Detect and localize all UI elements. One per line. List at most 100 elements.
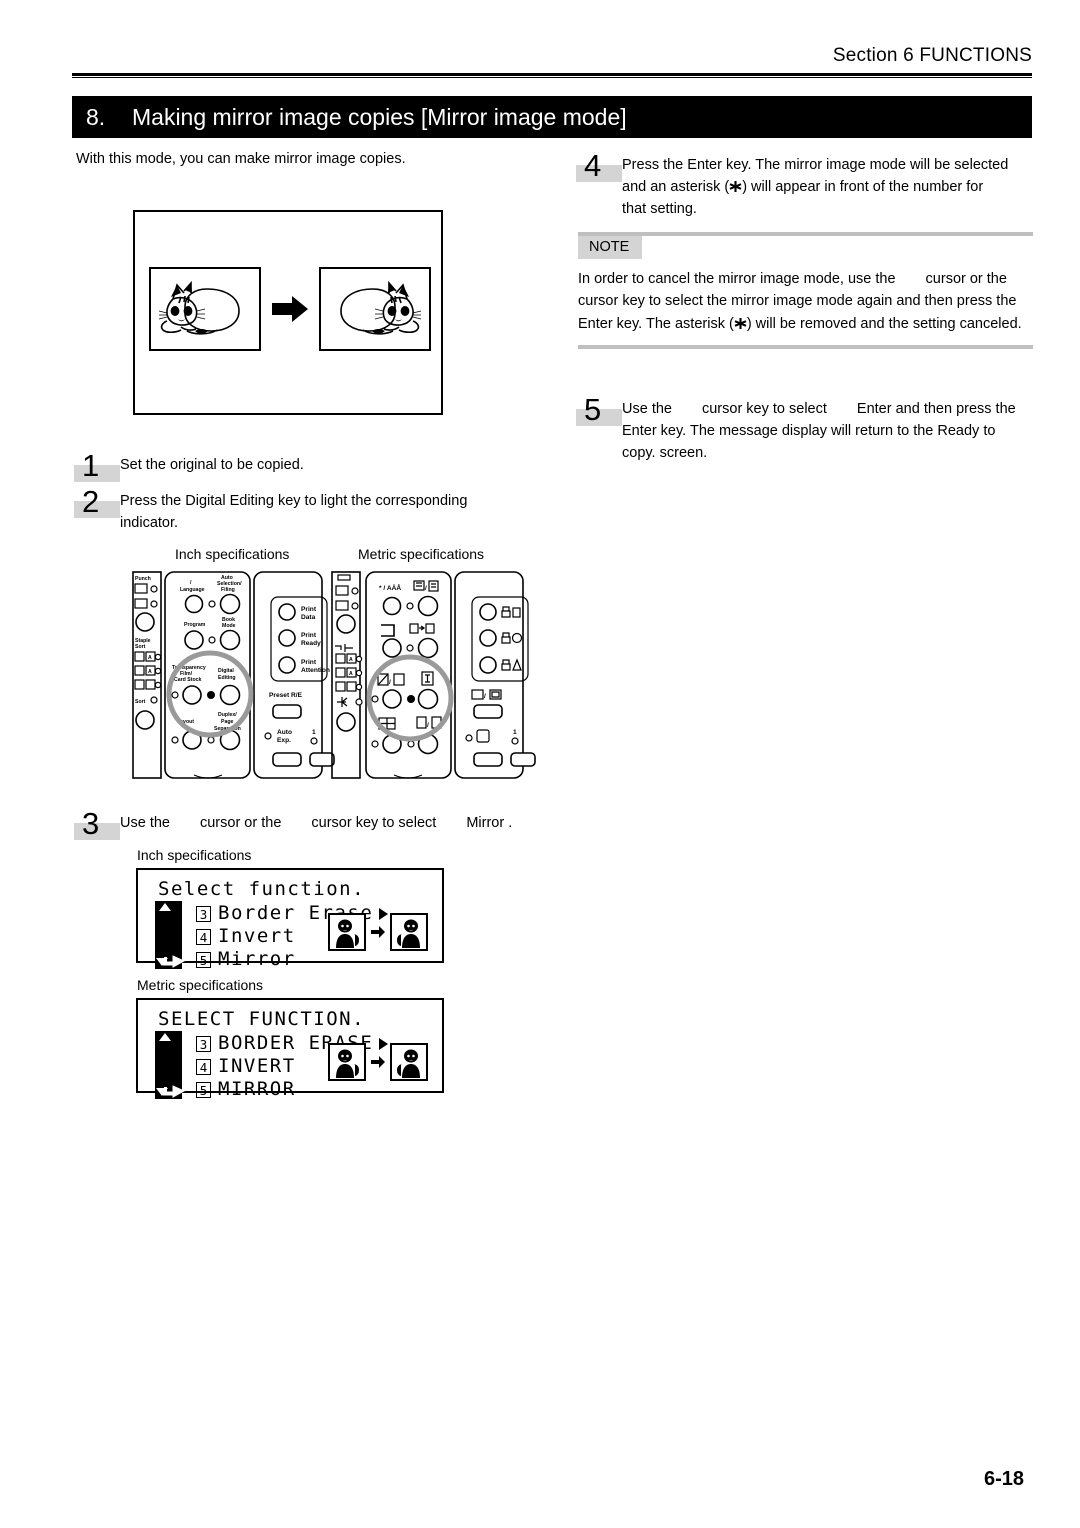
step-4: 4 Press the Enter key. The mirror image … [570,150,1040,220]
preview-arrow-icon [371,1056,385,1068]
svg-text:Print: Print [301,632,317,639]
preview-mirrored-icon [390,1043,428,1081]
lcd-inch-specifications: Select function. 3 Border Erase 4 Invert 5… [136,868,444,970]
svg-text:Preset R/E: Preset R/E [269,692,303,699]
step-5-part-1: Use the [622,401,672,417]
step-5-part-2: cursor key to select [701,401,827,417]
svg-text:Mode: Mode [222,623,236,629]
caption-metric-lcd: Metric specifications [137,977,264,993]
lcd-inch-row-2[interactable]: 5 Mirror [196,948,388,971]
asterisk-icon [729,181,742,193]
lcd-metric-title: SELECT FUNCTION. [158,1008,366,1030]
mirror-example-figure [133,210,443,415]
svg-text:Punch: Punch [135,576,151,582]
step-5: 5 Use the cursor key to select Enter and t… [570,394,1040,464]
svg-text:* / AÄÅ: * / AÄÅ [379,583,401,592]
page-number: 6-18 [983,1468,1024,1490]
step-2-number: 2 [68,486,120,522]
step-1-text: Set the original to be copied. [120,457,304,473]
menu-label: MIRROR [218,1078,296,1100]
preview-mirrored-icon [390,913,428,951]
lcd-metric-preview-icons [328,1043,428,1081]
svg-text:Ready: Ready [301,640,321,647]
transform-arrow-icon [272,296,308,322]
section-title-bar: 8. Making mirror image copies [Mirror im… [72,96,1032,138]
step-4-line-1: Press the Enter key. The mirror image mo… [622,157,1009,173]
svg-text:Duplex/: Duplex/ [218,712,237,718]
step-4-number: 4 [570,150,622,186]
step-3-number: 3 [68,808,120,844]
lcd-metric-row-2[interactable]: 5 MIRROR [196,1078,388,1101]
caption-inch-lcd: Inch specifications [137,847,252,863]
intro-paragraph: With this mode, you can make mirror imag… [76,151,406,167]
step-5-line-3: copy. screen. [622,445,708,462]
svg-text:Auto: Auto [277,729,292,736]
preview-original-icon [328,913,366,951]
original-image-panel [149,267,261,351]
svg-text:/: / [427,722,429,729]
note-line-3a: Enter key. The asterisk ( [578,315,734,332]
step-3: 3 Use the cursor or the cursor key to sele… [68,808,588,844]
cat-illustration-mirrored [340,280,422,335]
svg-text:Exp.: Exp. [277,737,291,744]
step-4-text: Press the Enter key. The mirror image mo… [622,152,1032,220]
step-3-part-1: Use the [120,815,170,831]
caption-inch-panel: Inch specifications [175,546,290,562]
svg-text:Print: Print [301,659,317,666]
preview-arrow-icon [371,926,385,938]
menu-number-box: 4 [196,928,211,945]
step-3-part-3: cursor key to select [311,815,437,831]
step-3-part-2: cursor or the [199,815,282,831]
section-label: Section 6 FUNCTIONS [832,45,1032,66]
svg-text:Editing: Editing [218,675,236,681]
svg-text:A: A [148,669,152,675]
svg-text:Sort: Sort [135,699,146,705]
menu-label: INVERT [218,1055,296,1077]
lcd-metric-specifications: SELECT FUNCTION. 3 BORDER ERASE 4 INVERT 5… [136,998,444,1100]
asterisk-icon [734,317,747,329]
svg-text:Filing: Filing [221,587,235,593]
svg-text:Program: Program [184,622,206,628]
step-3-part-4: Mirror . [466,815,513,831]
step-4-line-2a: and an asterisk ( [622,179,730,196]
step-1-number: 1 [68,450,120,486]
step-1: 1 Set the original to be copied. [68,450,568,486]
step-5-part-3: Enter and then press the [856,401,1016,417]
svg-text:1: 1 [312,729,316,736]
svg-text:Page: Page [221,719,234,725]
note-label: NOTE [578,236,643,259]
lcd-inch-preview-icons [328,913,428,951]
svg-text:Attention: Attention [301,667,330,674]
step-5-text: Use the cursor key to select Enter and the… [622,396,1032,464]
enter-arrow-icon [163,1085,185,1098]
step-2: 2 Press the Digital Editing key to light… [68,486,568,534]
header-divider [72,72,1032,78]
note-line-3b: ) will be removed and the setting cancel… [746,315,1022,332]
section-number: 8. [86,103,106,130]
svg-text:Language: Language [180,587,205,593]
svg-text:A: A [349,671,353,677]
note-top-divider [578,232,1033,236]
svg-text:Data: Data [301,614,316,621]
menu-number-box: 3 [196,1035,211,1052]
note-line-2: cursor key to select the mirror image mo… [578,293,1017,310]
menu-label: Invert [218,925,296,947]
lcd-inch-scrollbar[interactable] [155,901,185,969]
menu-number-box: 4 [196,1058,211,1075]
control-panel-figure: .pl { font-family: "Liberation Sans", sa… [132,570,558,782]
lcd-inch-title: Select function. [158,878,366,900]
lcd-metric-scrollbar[interactable] [155,1031,185,1099]
svg-text:/: / [484,693,486,700]
svg-text:A: A [349,657,353,663]
svg-text:/: / [425,585,427,592]
caption-metric-panel: Metric specifications [358,546,485,562]
mirrored-image-panel [319,267,431,351]
svg-text:Print: Print [301,606,317,613]
note-line-1a: In order to cancel the mirror image mode… [578,271,896,287]
step-4-line-2b: ) will appear in front of the number for [742,179,984,196]
step-3-text: Use the cursor or the cursor key to select… [120,810,570,844]
step-4-line-3: that setting. [622,201,697,218]
note-block: NOTE In order to cancel the mirror image… [578,232,1033,350]
page-header: Section 6 FUNCTIONS [72,45,1032,78]
step-2-text: Press the Digital Editing key to light t… [120,493,468,532]
